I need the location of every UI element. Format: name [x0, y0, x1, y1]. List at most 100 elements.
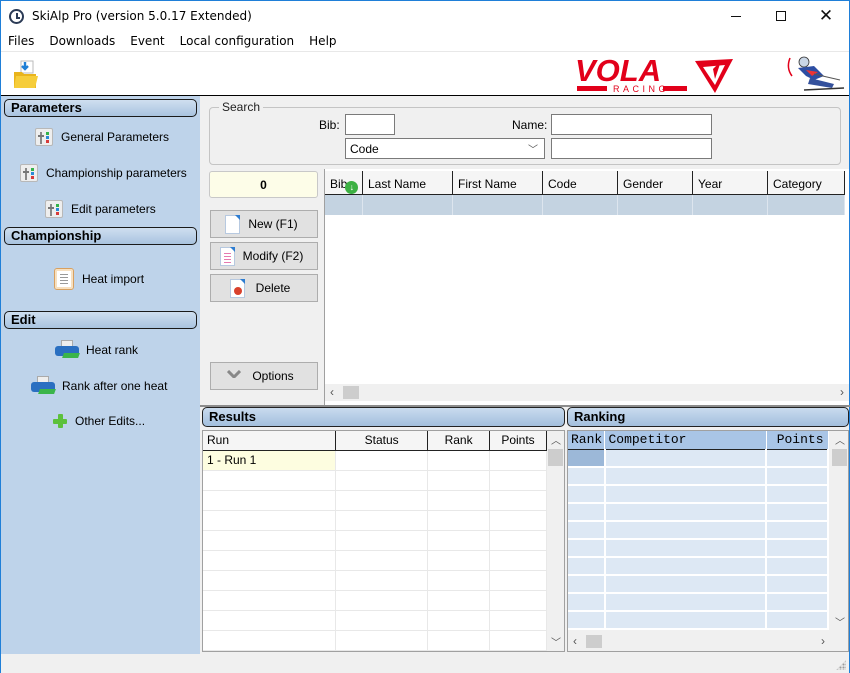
- table-cell: [766, 485, 829, 504]
- open-folder-icon[interactable]: [13, 60, 39, 90]
- sidebar-item-general-parameters[interactable]: General Parameters: [35, 128, 169, 146]
- search-legend: Search: [219, 100, 264, 114]
- column-header-run[interactable]: Run: [203, 431, 337, 451]
- table-row[interactable]: [568, 521, 829, 540]
- table-cell: [335, 570, 429, 591]
- menu-local-configuration[interactable]: Local configuration: [172, 31, 302, 51]
- sidebar-item-rank-after-one-heat[interactable]: Rank after one heat: [31, 376, 167, 396]
- column-header-points[interactable]: Points: [766, 431, 829, 450]
- table-row[interactable]: [203, 610, 547, 631]
- table-row[interactable]: [203, 590, 547, 611]
- table-cell: [203, 530, 337, 551]
- scroll-left-icon[interactable]: ‹: [330, 385, 334, 399]
- table-row[interactable]: [203, 550, 547, 571]
- clock-app-icon: [9, 9, 24, 24]
- menu-bar: Files Downloads Event Local configuratio…: [1, 31, 849, 51]
- table-row[interactable]: 1 - Run 1: [203, 450, 547, 471]
- table-cell: [604, 521, 768, 540]
- table-cell: [203, 610, 337, 631]
- table-row[interactable]: [203, 530, 547, 551]
- table-row[interactable]: [568, 593, 829, 612]
- section-parameters-header: Parameters: [4, 99, 197, 117]
- results-grid: Run Status Rank Points 1 - Run 1 ︿ ﹀: [202, 430, 565, 652]
- table-row[interactable]: [568, 449, 829, 468]
- scrollbar-thumb[interactable]: [832, 449, 847, 466]
- sidebar-item-edit-parameters[interactable]: Edit parameters: [45, 200, 156, 218]
- table-cell: [427, 570, 491, 591]
- column-header-rank[interactable]: Rank: [568, 431, 606, 450]
- table-cell: [335, 530, 429, 551]
- column-header-year[interactable]: Year: [693, 171, 768, 195]
- column-header-competitor[interactable]: Competitor: [604, 431, 767, 450]
- horizontal-scrollbar[interactable]: ‹ ›: [325, 384, 849, 401]
- column-header-points[interactable]: Points: [489, 431, 547, 451]
- scroll-left-icon[interactable]: ‹: [573, 634, 577, 648]
- table-cell: [427, 550, 491, 571]
- table-row[interactable]: [568, 539, 829, 558]
- table-cell: [604, 449, 768, 468]
- horizontal-scrollbar[interactable]: ‹ ›: [568, 633, 830, 650]
- scroll-down-icon[interactable]: ﹀: [551, 634, 561, 649]
- column-header-code[interactable]: Code: [543, 171, 618, 195]
- table-row[interactable]: [568, 557, 829, 576]
- sidebar-item-heat-import[interactable]: Heat import: [54, 268, 144, 290]
- table-cell: [203, 470, 337, 491]
- sidebar-item-label: Edit parameters: [71, 202, 156, 216]
- sidebar-item-championship-parameters[interactable]: Championship parameters: [20, 164, 187, 182]
- table-row[interactable]: [325, 195, 845, 215]
- menu-event[interactable]: Event: [122, 31, 171, 51]
- menu-files[interactable]: Files: [1, 31, 41, 51]
- delete-button-label: Delete: [255, 281, 291, 295]
- minimize-button[interactable]: [713, 1, 759, 31]
- sidebar-item-label: Heat rank: [86, 343, 139, 357]
- sidebar-item-heat-rank[interactable]: Heat rank: [55, 340, 138, 360]
- scrollbar-thumb[interactable]: [586, 635, 602, 648]
- modify-button[interactable]: Modify (F2): [210, 242, 318, 270]
- scrollbar-thumb[interactable]: [343, 386, 359, 399]
- vertical-scrollbar[interactable]: ︿ ﹀: [831, 431, 848, 631]
- name-input[interactable]: [551, 114, 712, 135]
- bib-input[interactable]: [345, 114, 395, 135]
- search-field-select[interactable]: Code ﹀: [345, 138, 545, 159]
- table-row[interactable]: [568, 611, 829, 630]
- new-button[interactable]: New (F1): [210, 210, 318, 238]
- options-button[interactable]: Options: [210, 362, 318, 390]
- scroll-right-icon[interactable]: ›: [821, 634, 825, 648]
- section-championship-header: Championship: [4, 227, 197, 245]
- delete-button[interactable]: Delete: [210, 274, 318, 302]
- close-button[interactable]: ✕: [803, 1, 849, 31]
- column-header-rank[interactable]: Rank: [427, 431, 491, 451]
- column-header-status[interactable]: Status: [335, 431, 429, 451]
- scroll-right-icon[interactable]: ›: [840, 385, 844, 399]
- vertical-scrollbar[interactable]: ︿ ﹀: [547, 431, 564, 651]
- maximize-button[interactable]: [758, 1, 804, 31]
- scroll-up-icon[interactable]: ︿: [551, 432, 561, 447]
- table-row[interactable]: [203, 630, 547, 651]
- table-cell: [203, 590, 337, 611]
- menu-help[interactable]: Help: [301, 31, 343, 51]
- menu-downloads[interactable]: Downloads: [41, 31, 122, 51]
- resize-grip-icon[interactable]: [836, 660, 846, 670]
- column-header-last-name[interactable]: Last Name: [363, 171, 453, 195]
- table-cell: [335, 630, 429, 651]
- sidebar-item-other-edits[interactable]: Other Edits...: [53, 414, 145, 428]
- column-header-gender[interactable]: Gender: [618, 171, 693, 195]
- table-row[interactable]: [568, 467, 829, 486]
- table-cell: [568, 521, 606, 540]
- table-row[interactable]: [568, 503, 829, 522]
- column-header-first-name[interactable]: First Name: [453, 171, 543, 195]
- table-row[interactable]: [203, 570, 547, 591]
- column-header-category[interactable]: Category: [768, 171, 845, 195]
- scroll-down-icon[interactable]: ﹀: [835, 614, 845, 629]
- table-row[interactable]: [568, 485, 829, 504]
- table-cell: [335, 470, 429, 491]
- table-row[interactable]: [203, 490, 547, 511]
- scroll-up-icon[interactable]: ︿: [835, 432, 845, 447]
- table-cell: 1 - Run 1: [203, 450, 337, 471]
- table-row[interactable]: [203, 470, 547, 491]
- column-header-bib[interactable]: Bib ↓: [325, 171, 363, 195]
- table-row[interactable]: [203, 510, 547, 531]
- table-row[interactable]: [568, 575, 829, 594]
- scrollbar-thumb[interactable]: [548, 449, 563, 466]
- search-field-value-input[interactable]: [551, 138, 712, 159]
